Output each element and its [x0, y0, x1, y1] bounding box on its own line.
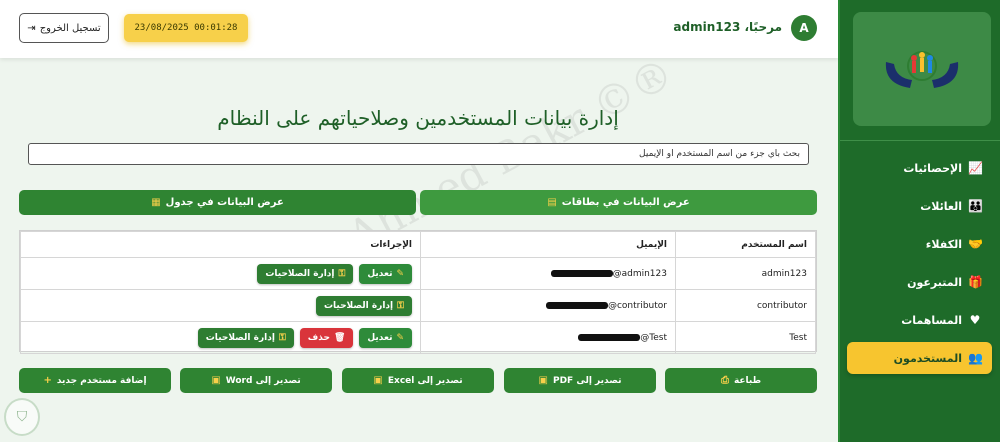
- table-row: contributor contributor@ ⚿ إدارة الصلاحي…: [20, 289, 816, 322]
- page-title: إدارة بيانات المستخدمين وصلاحياتهم على ا…: [217, 106, 619, 130]
- key-icon: ⚿: [397, 300, 404, 311]
- cell-actions: ✎ تعديل ⚿ إدارة الصلاحيات: [20, 257, 421, 290]
- sidebar-item-statistics[interactable]: 📈 الإحصائيات: [852, 154, 992, 182]
- gift-icon: 🎁: [968, 275, 983, 289]
- shield-badge-icon: ⛉: [4, 398, 40, 436]
- user-group-icon: 👥: [968, 351, 983, 365]
- key-icon: ⚿: [338, 268, 346, 279]
- column-header-username: اسم المستخدم: [675, 231, 816, 258]
- manage-permissions-button[interactable]: ⚿ إدارة الصلاحيات: [315, 295, 412, 316]
- printer-icon: ⎙: [720, 375, 729, 386]
- view-cards-button[interactable]: ▤ عرض البيانات في بطاقات: [420, 190, 817, 215]
- column-header-email: الإيميل: [420, 231, 676, 258]
- table-header-row: اسم المستخدم الإيميل الإجراءات: [20, 231, 816, 258]
- redacted-mark: [550, 269, 613, 277]
- handshake-icon: 🤝: [968, 237, 983, 251]
- delete-button[interactable]: 🗑 حذف: [299, 327, 354, 348]
- pdf-file-icon: ▣: [538, 375, 548, 386]
- cell-username: Test: [675, 321, 816, 354]
- export-excel-button[interactable]: ▣ تصدير إلى Excel: [342, 368, 494, 393]
- sidebar-item-contributions[interactable]: ♥ المساهمات: [852, 306, 992, 334]
- redacted-mark: [578, 333, 641, 341]
- column-header-actions: الإجراءات: [20, 231, 421, 258]
- excel-file-icon: ▣: [373, 375, 383, 386]
- donation-icon: ♥: [969, 313, 981, 327]
- clock-display: 23/08/2025 00:01:28: [124, 14, 248, 42]
- export-word-button[interactable]: ▣ تصدير إلى Word: [180, 368, 332, 393]
- add-user-button[interactable]: + إضافة مستخدم جديد: [19, 368, 171, 393]
- sidebar-item-sponsors[interactable]: 🤝 الكفلاء: [852, 230, 992, 258]
- redacted-mark: [545, 301, 608, 309]
- trash-icon: 🗑: [333, 332, 346, 343]
- word-file-icon: ▣: [211, 375, 221, 386]
- chart-icon: 📈: [968, 161, 983, 175]
- top-header: ⇥ تسجيل الخروج 23/08/2025 00:01:28 مرحبً…: [0, 0, 838, 58]
- plus-icon: +: [43, 375, 52, 386]
- key-icon: ⚿: [278, 332, 286, 343]
- cell-actions: ⚿ إدارة الصلاحيات: [20, 289, 421, 322]
- edit-icon: ✎: [396, 268, 404, 279]
- table-row: admin123 admin123@ ✎ تعديل ⚿ إدارة الصلا…: [20, 257, 816, 290]
- charity-hands-logo-icon: [885, 51, 959, 88]
- search-input[interactable]: [28, 143, 809, 165]
- welcome-text: مرحبًا، admin123: [673, 20, 782, 34]
- sidebar: 📈 الإحصائيات 👪 العائلات 🤝 الكفلاء 🎁 المت…: [838, 0, 1000, 442]
- edit-icon: ✎: [396, 332, 404, 343]
- sidebar-item-families[interactable]: 👪 العائلات: [852, 192, 992, 220]
- print-button[interactable]: ⎙ طباعة: [665, 368, 817, 393]
- cell-email: Test@: [420, 321, 676, 354]
- export-pdf-button[interactable]: ▣ تصدير إلى PDF: [504, 368, 656, 393]
- cell-username: admin123: [675, 257, 816, 290]
- sidebar-item-donors[interactable]: 🎁 المتبرعون: [852, 268, 992, 296]
- cell-username: contributor: [675, 289, 816, 322]
- sidebar-item-users[interactable]: 👥 المستخدمون: [847, 342, 992, 374]
- users-icon: 👪: [968, 199, 983, 213]
- edit-button[interactable]: ✎ تعديل: [359, 327, 412, 348]
- cell-email: contributor@: [420, 289, 676, 322]
- logout-button[interactable]: ⇥ تسجيل الخروج: [19, 13, 109, 43]
- id-card-icon: ▤: [547, 197, 557, 208]
- table-icon: ▦: [151, 197, 161, 208]
- table-row: Test Test@ ✎ تعديل 🗑 حذف ⚿ إدارة الصلاحي…: [20, 321, 816, 354]
- users-table: اسم المستخدم الإيميل الإجراءات admin123 …: [19, 230, 817, 354]
- manage-permissions-button[interactable]: ⚿ إدارة الصلاحيات: [257, 263, 354, 284]
- avatar[interactable]: A: [791, 15, 817, 41]
- edit-button[interactable]: ✎ تعديل: [359, 263, 412, 284]
- cell-email: admin123@: [420, 257, 676, 290]
- view-table-button[interactable]: ▦ عرض البيانات في جدول: [19, 190, 416, 215]
- manage-permissions-button[interactable]: ⚿ إدارة الصلاحيات: [197, 327, 294, 348]
- cell-actions: ✎ تعديل 🗑 حذف ⚿ إدارة الصلاحيات: [20, 321, 421, 354]
- logo: [853, 12, 991, 126]
- logout-icon: ⇥: [27, 22, 36, 34]
